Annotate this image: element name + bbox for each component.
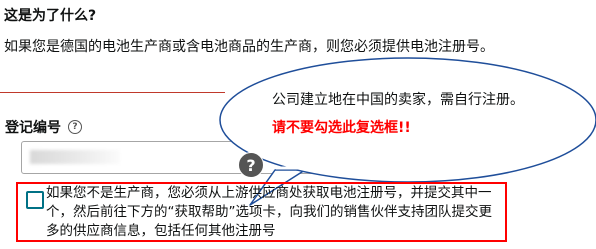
not-producer-checkbox[interactable] — [26, 191, 44, 209]
section-heading: 这是为了什么? — [4, 8, 97, 24]
not-producer-label: 如果您不是生产商，您必须从上游供应商处获取电池注册号，并提交其中一个，然后前往下… — [46, 185, 492, 239]
registration-label-text: 登记编号 — [5, 120, 61, 136]
callout-message: 公司建立地在中国的卖家，需自行注册。 — [272, 92, 524, 108]
callout-warning: 请不要勾选此复选框!! — [272, 120, 411, 136]
info-circle-icon[interactable]: ? — [68, 120, 82, 134]
question-mark-icon[interactable]: ? — [238, 152, 264, 178]
not-producer-option: 如果您不是生产商，您必须从上游供应商处获取电池注册号，并提交其中一个，然后前往下… — [16, 182, 507, 242]
callout-text: 公司建立地在中国的卖家，需自行注册。请不要勾选此复选框!! — [272, 86, 532, 142]
section-description: 如果您是德国的电池生产商或含电池商品的生产商，则您必须提供电池注册号。 — [4, 39, 494, 55]
redacted-value — [30, 150, 120, 164]
registration-number-label: 登记编号 ? — [5, 117, 82, 137]
divider — [0, 92, 225, 93]
